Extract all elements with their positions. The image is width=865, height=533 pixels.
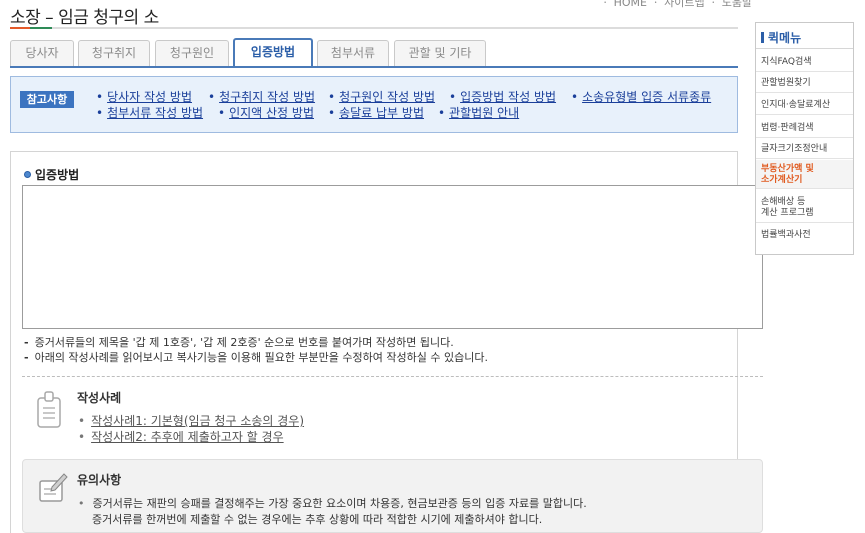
ref-link-service-fee[interactable]: 송달료 납부 방법 — [328, 104, 424, 121]
tab-evidence[interactable]: 입증방법 — [233, 38, 313, 66]
title-underline — [10, 27, 738, 29]
ref-link-attachments[interactable]: 첨부서류 작성 방법 — [96, 104, 203, 121]
tab-party[interactable]: 당사자 — [10, 40, 74, 66]
note-text-1: 증거서류들의 제목을 '갑 제 1호증', '갑 제 2호증' 순으로 번호를 … — [34, 336, 454, 349]
quick-item-fee-calc[interactable]: 인지대·송달료계산 — [756, 96, 853, 115]
ref-link-court-info[interactable]: 관할법원 안내 — [438, 104, 519, 121]
quick-menu-title: 퀵메뉴 — [756, 23, 853, 49]
quick-item-law-search[interactable]: 법령·판례검색 — [756, 119, 853, 138]
caution-line-2: 증거서류를 한꺼번에 제출할 수 없는 경우에는 추후 상황에 따라 적합한 시… — [92, 513, 543, 526]
caution-line-1: • 증거서류는 재판의 승패를 결정해주는 가장 중요한 요소이며 차용증, 현금… — [78, 497, 587, 510]
tab-claim-cause[interactable]: 청구원인 — [155, 40, 229, 66]
quick-item-court-find[interactable]: 관할법원찾기 — [756, 74, 853, 93]
pen-note-icon — [39, 473, 68, 502]
quick-item-damages-calc[interactable]: 손해배상 등 계산 프로그램 — [756, 193, 853, 223]
ref-link-evidence[interactable]: 입증방법 작성 방법 — [449, 88, 556, 105]
quick-bar-icon — [761, 32, 764, 43]
quick-menu-title-text: 퀵메뉴 — [768, 31, 802, 45]
sample-link-2[interactable]: 작성사례2: 추후에 제출하고자 할 경우 — [78, 428, 284, 445]
ref-link-claim-purpose[interactable]: 청구취지 작성 방법 — [208, 88, 315, 105]
bullet-icon — [24, 171, 31, 178]
tab-claim-purpose[interactable]: 청구취지 — [78, 40, 150, 66]
reference-badge: 참고사항 — [20, 91, 74, 108]
quick-item-faq[interactable]: 지식FAQ검색 — [756, 53, 853, 72]
section-title: 입증방법 — [24, 166, 79, 183]
note-line-2: - 아래의 작성사례를 읽어보시고 복사기능을 이용해 필요한 부분만을 수정하여… — [24, 351, 488, 364]
quick-item-property-calc[interactable]: 부동산가액 및 소가계산기 — [756, 160, 853, 189]
note-line-1: - 증거서류들의 제목을 '갑 제 1호증', '갑 제 2호증' 순으로 번호를… — [24, 336, 454, 349]
caution-title: 유의사항 — [77, 473, 122, 487]
page-title: 소장 – 임금 청구의 소 — [10, 8, 159, 28]
quick-menu: 퀵메뉴 지식FAQ검색 관할법원찾기 인지대·송달료계산 법령·판례검색 글자크… — [755, 22, 854, 255]
sample-link-1[interactable]: 작성사례1: 기본형(임금 청구 소송의 경우) — [78, 412, 304, 429]
quick-item-font-size[interactable]: 글자크기조정안내 — [756, 140, 853, 159]
evidence-textarea[interactable] — [22, 185, 763, 329]
samples-title: 작성사례 — [77, 391, 122, 405]
tab-attachments[interactable]: 첨부서류 — [317, 40, 389, 66]
ref-link-party[interactable]: 당사자 작성 방법 — [96, 88, 192, 105]
note-text-2: 아래의 작성사례를 읽어보시고 복사기능을 이용해 필요한 부분만을 수정하여 … — [34, 351, 488, 364]
top-util-links[interactable]: ㆍ HOME ㆍ 사이트맵 ㆍ 도움말 — [600, 0, 752, 10]
quick-item-law-dictionary[interactable]: 법률백과사전 — [756, 226, 853, 246]
clipboard-icon — [37, 391, 61, 428]
ref-link-claim-cause[interactable]: 청구원인 작성 방법 — [328, 88, 435, 105]
caution-text-1: 증거서류는 재판의 승패를 결정해주는 가장 중요한 요소이며 차용증, 현금보… — [92, 497, 587, 510]
tab-jurisdiction-etc[interactable]: 관할 및 기타 — [394, 40, 486, 66]
ref-link-stamp-fee[interactable]: 인지액 산정 방법 — [218, 104, 314, 121]
ref-link-evidence-types[interactable]: 소송유형별 입증 서류종류 — [571, 88, 711, 105]
tab-underline — [10, 66, 738, 68]
dotted-divider — [22, 376, 763, 377]
section-title-text: 입증방법 — [35, 168, 80, 182]
